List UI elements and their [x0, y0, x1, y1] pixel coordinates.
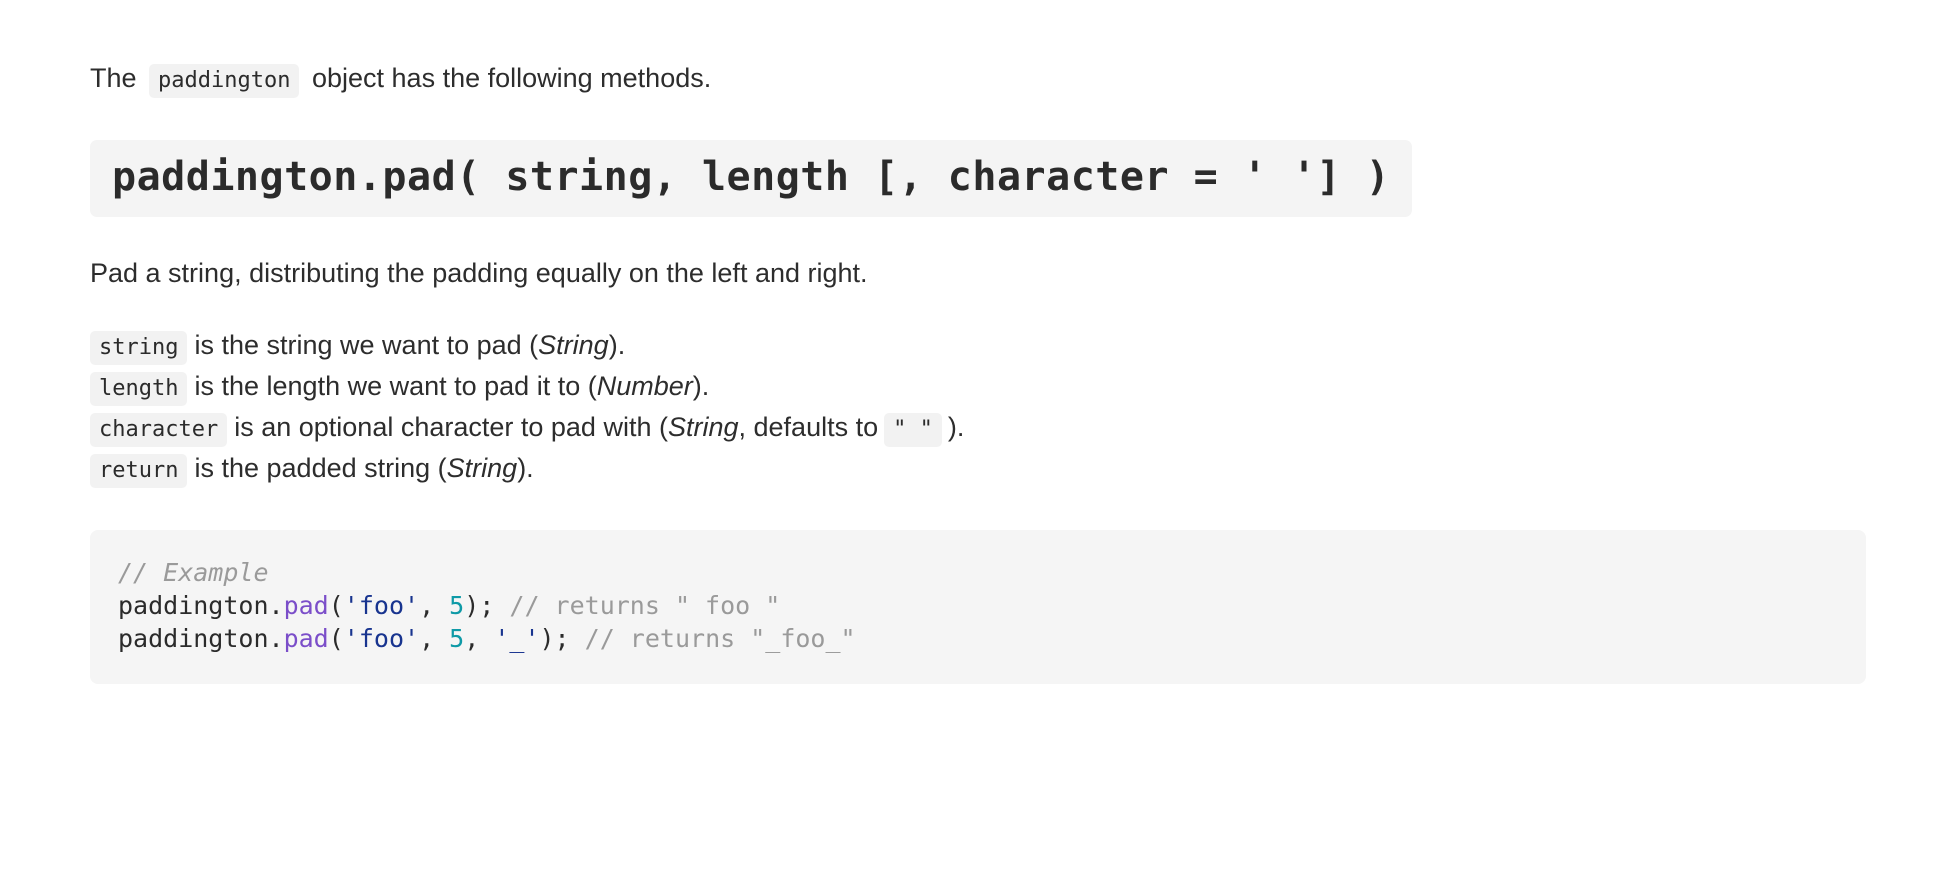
parameter-type-character: String [667, 411, 739, 442]
code-token-fn: pad [283, 624, 329, 654]
parameter-row-return: return is the padded string (String). [90, 452, 1866, 488]
parameter-description-length: is the length we want to pad it to ( [194, 370, 597, 401]
code-token-plain: , [419, 591, 450, 621]
code-token-comment: // Example [118, 557, 269, 587]
intro-text-after: object has the following methods. [304, 63, 712, 93]
code-line: paddington.pad('foo', 5, '_'); // return… [118, 622, 1838, 655]
intro-paragraph: The paddington object has the following … [90, 60, 1866, 98]
code-token-comment-plain: // returns " foo " [509, 591, 781, 621]
code-token-plain: paddington. [118, 624, 284, 654]
parameter-name-length: length [90, 371, 188, 406]
inline-code-paddington: paddington [149, 64, 300, 98]
intro-text-before: The [90, 63, 145, 93]
parameter-type-length: Number [596, 370, 693, 401]
method-signature-text: paddington.pad( string, length [, charac… [112, 154, 1391, 201]
code-token-plain: , [419, 624, 450, 654]
code-token-num: 5 [449, 624, 465, 654]
code-line: // Example [118, 556, 1838, 589]
documentation-page: The paddington object has the following … [0, 0, 1956, 684]
parameter-row-character: character is an optional character to pad… [90, 411, 1866, 447]
parameter-suffix-length: ). [692, 370, 710, 401]
code-token-num: 5 [449, 591, 465, 621]
code-token-plain: ( [328, 624, 344, 654]
code-token-str: 'foo' [343, 591, 420, 621]
example-code-block: // Example paddington.pad('foo', 5); // … [90, 529, 1866, 684]
parameter-type-string: String [538, 329, 609, 360]
code-token-plain: ( [328, 591, 344, 621]
parameter-list: string is the string we want to pad (Stri… [90, 329, 1866, 488]
parameter-default-label: , defaults to [738, 411, 879, 442]
method-signature-heading: paddington.pad( string, length [, charac… [90, 140, 1413, 218]
parameter-name-character: character [90, 412, 228, 447]
parameter-default-value-character: " " [884, 412, 942, 447]
code-token-fn: pad [283, 591, 329, 621]
parameter-name-string: string [90, 330, 188, 365]
code-token-str: '_' [494, 624, 540, 654]
code-token-plain: ); [464, 591, 510, 621]
code-token-plain: , [464, 624, 495, 654]
parameter-description-return: is the padded string ( [194, 452, 447, 483]
parameter-row-string: string is the string we want to pad (Stri… [90, 329, 1866, 365]
parameter-row-length: length is the length we want to pad it to… [90, 370, 1866, 406]
method-description: Pad a string, distributing the padding e… [90, 258, 868, 289]
code-token-comment-plain: // returns "_foo_" [584, 624, 856, 654]
parameter-suffix-character: ). [947, 411, 965, 442]
parameter-description-string: is the string we want to pad ( [194, 329, 539, 360]
code-token-plain: ); [539, 624, 585, 654]
parameter-type-return: String [446, 452, 518, 483]
code-token-str: 'foo' [343, 624, 420, 654]
parameter-description-character: is an optional character to pad with ( [234, 411, 668, 442]
code-line: paddington.pad('foo', 5); // returns " f… [118, 589, 1838, 622]
parameter-suffix-string: ). [608, 329, 626, 360]
parameter-suffix-return: ). [517, 452, 534, 483]
code-token-plain: paddington. [118, 591, 284, 621]
parameter-name-return: return [90, 453, 188, 488]
